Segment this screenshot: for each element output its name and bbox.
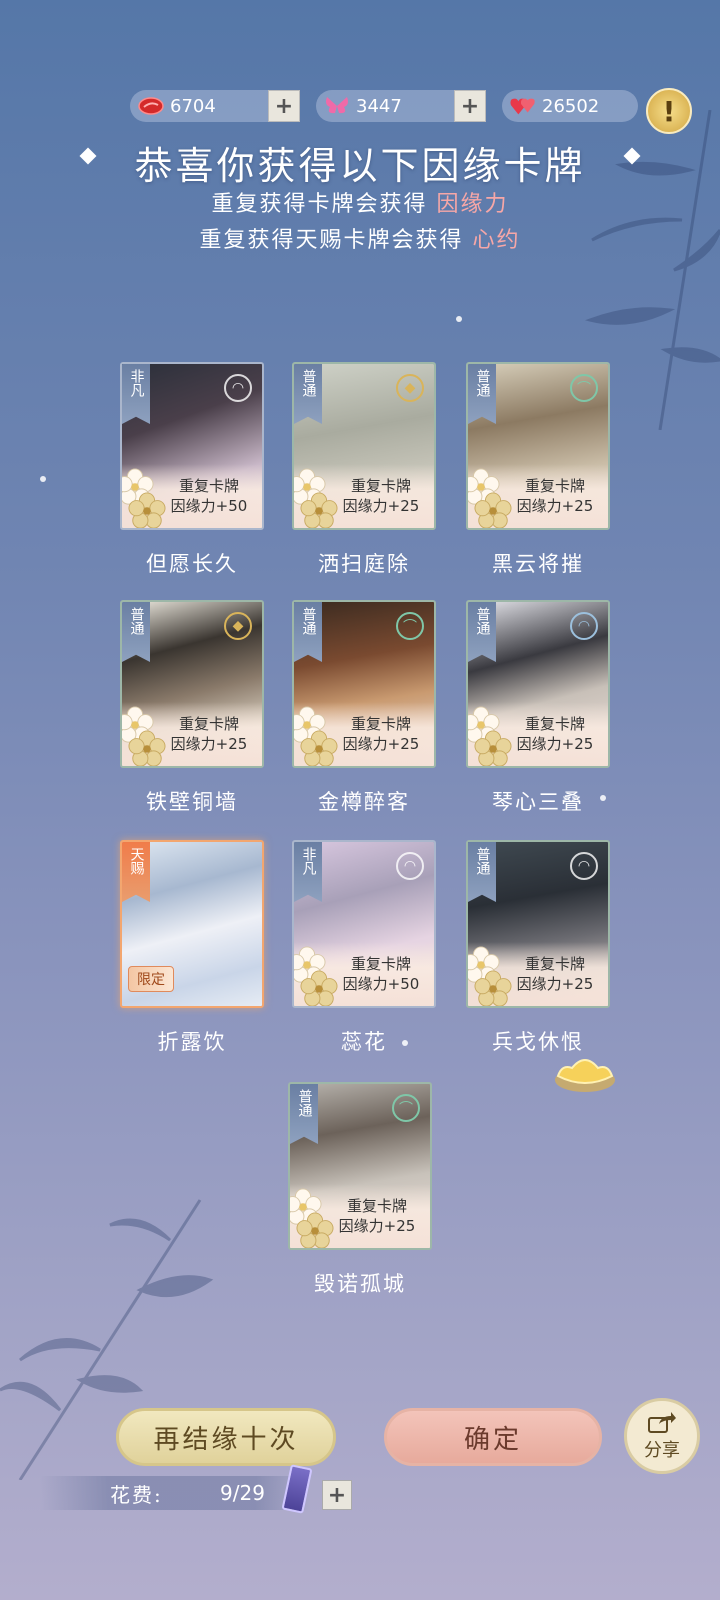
legend-duplicate-hint: 重复获得天赐卡牌会获得 心约 <box>0 222 720 254</box>
hearts-icon <box>510 95 536 117</box>
butterfly-value: 3447 <box>356 95 402 117</box>
bond-reward: 因缘力+25 <box>516 497 594 515</box>
sparkle <box>456 316 462 322</box>
duplicate-label: 重复卡牌 <box>524 955 585 973</box>
card-3-name: 黑云将摧 <box>492 552 584 576</box>
duplicate-text: 重复卡牌 因缘力+25 <box>324 714 434 754</box>
card-6[interactable]: 普通 ◠ 重复卡牌 因缘力+25 <box>466 600 610 768</box>
duplicate-label: 重复卡牌 <box>350 715 411 733</box>
duplicate-text: 重复卡牌 因缘力+25 <box>498 476 608 516</box>
coin-icon: ◆ <box>224 612 252 640</box>
duplicate-label: 重复卡牌 <box>178 477 239 495</box>
rarity-tag: 天赐 <box>122 842 150 902</box>
card-5-name: 金樽醉客 <box>318 790 410 814</box>
page-title: 恭喜你获得以下因缘卡牌 <box>134 144 586 188</box>
duplicate-hint-highlight: 因缘力 <box>436 192 509 217</box>
draw-again-button[interactable]: 再结缘十次 <box>116 1408 336 1466</box>
card-10-name: 毁诺孤城 <box>314 1272 406 1296</box>
sparkle <box>40 476 46 482</box>
cost-bar: 花费: 9/29 <box>40 1476 310 1510</box>
card-2[interactable]: 普通 ◆ 重复卡牌 因缘力+25 <box>292 362 436 530</box>
red-gem-value: 6704 <box>170 95 216 117</box>
fan-icon: ◠ <box>570 852 598 880</box>
card-7[interactable]: 天赐 限定 <box>120 840 264 1008</box>
card-8[interactable]: 非凡 ◠ 重复卡牌 因缘力+50 <box>292 840 436 1008</box>
duplicate-label: 重复卡牌 <box>178 715 239 733</box>
duplicate-label: 重复卡牌 <box>524 715 585 733</box>
duplicate-hint-text: 重复获得卡牌会获得 <box>211 192 428 217</box>
duplicate-text: 重复卡牌 因缘力+25 <box>152 714 262 754</box>
bow-icon: ⌒ <box>570 374 598 402</box>
fan-icon: ◠ <box>396 852 424 880</box>
rarity-tag: 普通 <box>294 364 322 424</box>
duplicate-hint: 重复获得卡牌会获得 因缘力 <box>0 186 720 218</box>
hearts-value: 26502 <box>542 95 600 117</box>
add-butterfly-button[interactable]: + <box>454 90 486 122</box>
bond-reward: 因缘力+25 <box>170 735 248 753</box>
coin-icon: ◆ <box>396 374 424 402</box>
rarity-tag: 普通 <box>290 1084 318 1144</box>
butterfly-icon <box>324 95 350 117</box>
bond-reward: 因缘力+50 <box>342 975 420 993</box>
duplicate-label: 重复卡牌 <box>350 477 411 495</box>
legend-duplicate-hint-text: 重复获得天赐卡牌会获得 <box>199 228 464 253</box>
bond-reward: 因缘力+25 <box>342 497 420 515</box>
card-7-name: 折露饮 <box>157 1030 227 1054</box>
red-gem-icon <box>138 95 164 117</box>
duplicate-text: 重复卡牌 因缘力+25 <box>498 714 608 754</box>
fan-icon: ◠ <box>570 612 598 640</box>
duplicate-text: 重复卡牌 因缘力+50 <box>152 476 262 516</box>
card-4[interactable]: 普通 ◆ 重复卡牌 因缘力+25 <box>120 600 264 768</box>
bond-reward: 因缘力+25 <box>516 975 594 993</box>
legend-duplicate-hint-highlight: 心约 <box>472 228 521 253</box>
rarity-tag: 普通 <box>468 602 496 662</box>
duplicate-text: 重复卡牌 因缘力+25 <box>320 1196 430 1236</box>
duplicate-label: 重复卡牌 <box>350 955 411 973</box>
card-2-name: 洒扫庭除 <box>318 552 410 576</box>
duplicate-label: 重复卡牌 <box>346 1197 407 1215</box>
duplicate-text: 重复卡牌 因缘力+50 <box>324 954 434 994</box>
bond-reward: 因缘力+25 <box>338 1217 416 1235</box>
add-red-gem-button[interactable]: + <box>268 90 300 122</box>
duplicate-text: 重复卡牌 因缘力+25 <box>498 954 608 994</box>
bond-reward: 因缘力+25 <box>516 735 594 753</box>
bow-icon: ⌒ <box>392 1094 420 1122</box>
rarity-tag: 普通 <box>122 602 150 662</box>
share-button[interactable]: 分享 <box>624 1398 700 1474</box>
card-9[interactable]: 普通 ◠ 重复卡牌 因缘力+25 <box>466 840 610 1008</box>
card-6-name: 琴心三叠 <box>492 790 584 814</box>
bow-icon: ⌒ <box>396 612 424 640</box>
butterfly-counter: 3447 + <box>316 90 486 122</box>
card-1-name: 但愿长久 <box>146 552 238 576</box>
rarity-tag: 普通 <box>468 364 496 424</box>
rarity-tag: 普通 <box>294 602 322 662</box>
card-1[interactable]: 非凡 ◠ 重复卡牌 因缘力+50 <box>120 362 264 530</box>
confirm-button[interactable]: 确定 <box>384 1408 602 1466</box>
card-4-name: 铁壁铜墙 <box>146 790 238 814</box>
duplicate-label: 重复卡牌 <box>524 477 585 495</box>
card-5[interactable]: 普通 ⌒ 重复卡牌 因缘力+25 <box>292 600 436 768</box>
cost-label: 花费: <box>110 1482 163 1507</box>
card-10[interactable]: 普通 ⌒ 重复卡牌 因缘力+25 <box>288 1082 432 1250</box>
gold-ingot-icon <box>555 1059 615 1092</box>
limited-badge: 限定 <box>128 966 174 992</box>
currency-bar: 6704 + 3447 + 26502 ! <box>130 88 692 134</box>
rarity-tag: 普通 <box>468 842 496 902</box>
hearts-counter: 26502 <box>502 90 638 122</box>
card-8-name: 蕊花 <box>341 1030 387 1054</box>
red-gem-counter: 6704 + <box>130 90 300 122</box>
share-label: 分享 <box>644 1440 680 1461</box>
rarity-tag: 非凡 <box>122 364 150 424</box>
add-ticket-button[interactable]: + <box>322 1480 352 1510</box>
card-3[interactable]: 普通 ⌒ 重复卡牌 因缘力+25 <box>466 362 610 530</box>
rarity-tag: 非凡 <box>294 842 322 902</box>
cost-value: 9/29 <box>220 1481 265 1505</box>
bond-reward: 因缘力+25 <box>342 735 420 753</box>
alert-icon[interactable]: ! <box>646 88 692 134</box>
fan-icon: ◠ <box>224 374 252 402</box>
duplicate-text: 重复卡牌 因缘力+25 <box>324 476 434 516</box>
share-icon <box>648 1412 676 1433</box>
bond-reward: 因缘力+50 <box>170 497 248 515</box>
